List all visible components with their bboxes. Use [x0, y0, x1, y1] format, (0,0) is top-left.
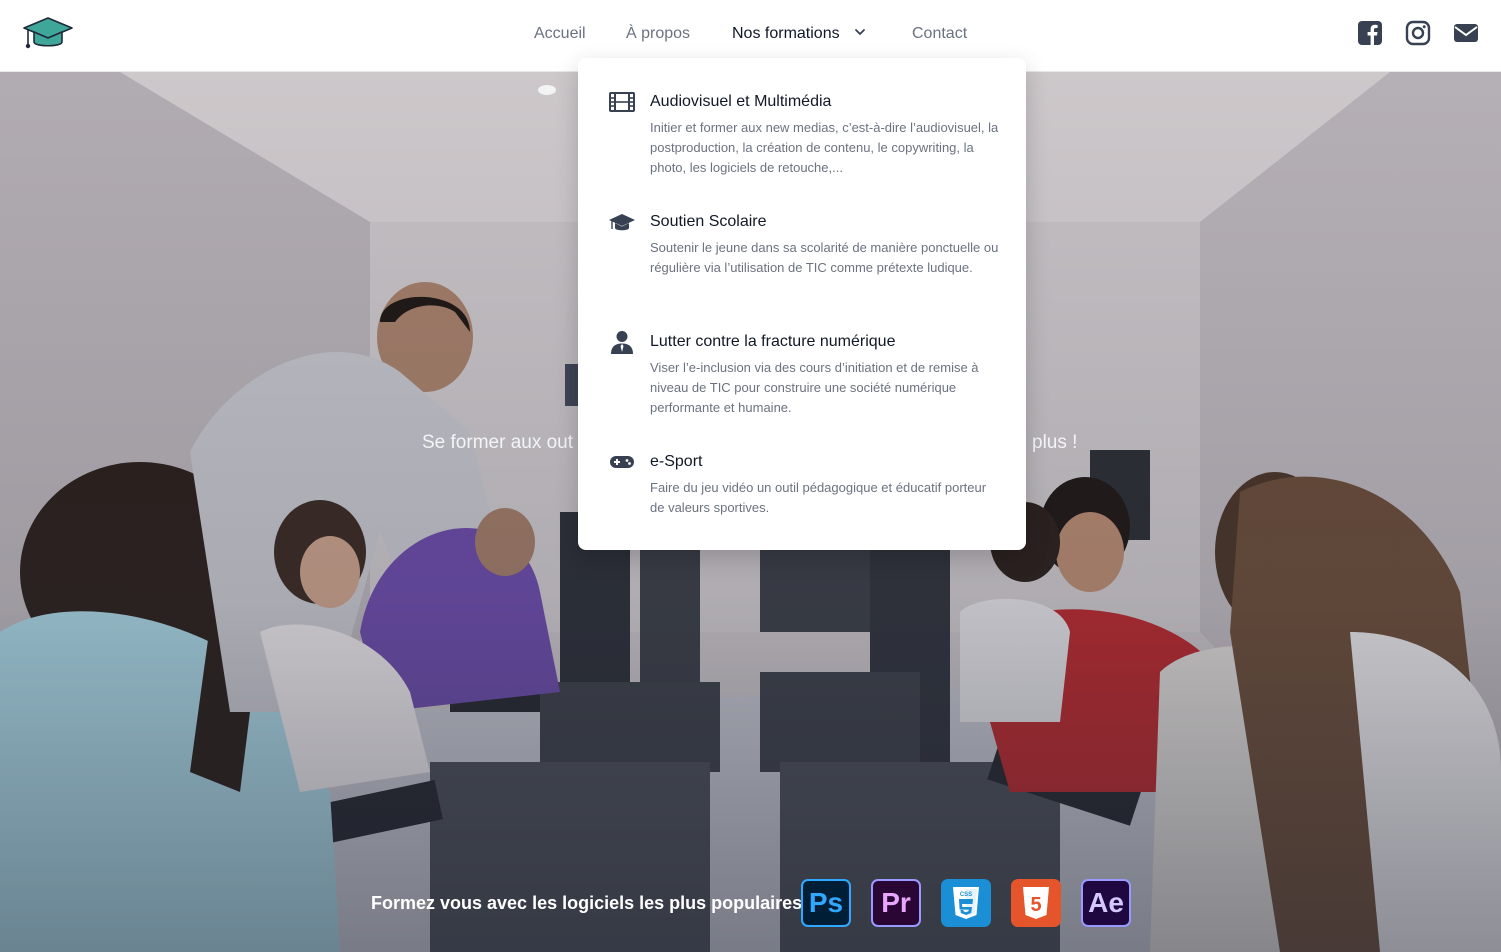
nav-item-a-propos[interactable]: À propos	[626, 24, 690, 44]
dropdown-item-title: Audiovisuel et Multimédia	[650, 93, 832, 110]
premiere-icon[interactable]: Pr	[871, 879, 921, 927]
nav-item-nos-formations[interactable]: Nos formations	[732, 24, 866, 44]
software-tagline: Formez vous avec les logiciels les plus …	[371, 893, 814, 913]
formations-dropdown-menu: Audiovisuel et Multimédia Initier et for…	[578, 58, 1026, 550]
css3-label: CSS	[960, 892, 972, 898]
envelope-icon[interactable]	[1453, 20, 1479, 46]
film-icon	[609, 92, 635, 112]
html5-shield-icon: 5	[1023, 887, 1049, 919]
nav-item-accueil[interactable]: Accueil	[534, 24, 586, 44]
dropdown-item-fracture-numerique[interactable]: Lutter contre la fracture numérique Vise…	[608, 330, 1000, 420]
html5-icon[interactable]: 5	[1011, 879, 1061, 927]
dropdown-item-title: Soutien Scolaire	[650, 213, 767, 230]
gamepad-icon	[610, 456, 634, 468]
after-effects-icon[interactable]: Ae	[1081, 879, 1131, 927]
chevron-down-icon	[855, 28, 865, 35]
dropdown-item-description: Initier et former aux new medias, c’est-…	[650, 120, 999, 175]
facebook-icon[interactable]	[1357, 20, 1383, 46]
nav-item-label: Nos formations	[732, 25, 840, 42]
hero-subtitle-end: plus !	[1032, 432, 1078, 453]
hero-subtitle-start: Se former aux out	[422, 432, 574, 453]
dropdown-item-description: Faire du jeu vidéo un outil pédagogique …	[650, 480, 987, 515]
css3-icon[interactable]: CSS	[941, 879, 991, 927]
instagram-icon[interactable]	[1405, 20, 1431, 46]
graduation-cap-icon	[609, 214, 635, 231]
dropdown-item-description: Viser l’e-inclusion via des cours d’init…	[650, 360, 979, 415]
dropdown-item-title: e-Sport	[650, 453, 703, 470]
dropdown-item-e-sport[interactable]: e-Sport Faire du jeu vidéo un outil péda…	[608, 450, 1000, 520]
nav-item-contact[interactable]: Contact	[912, 24, 967, 44]
photoshop-icon[interactable]: Ps	[801, 879, 851, 927]
html5-label: 5	[1030, 894, 1041, 916]
css3-shield-icon: CSS	[953, 887, 979, 919]
dropdown-item-description: Soutenir le jeune dans sa scolarité de m…	[650, 240, 999, 275]
dropdown-item-audiovisuel[interactable]: Audiovisuel et Multimédia Initier et for…	[608, 90, 1000, 180]
user-tie-icon	[611, 331, 633, 354]
dropdown-item-soutien-scolaire[interactable]: Soutien Scolaire Soutenir le jeune dans …	[608, 210, 1000, 300]
dropdown-item-title: Lutter contre la fracture numérique	[650, 333, 896, 350]
